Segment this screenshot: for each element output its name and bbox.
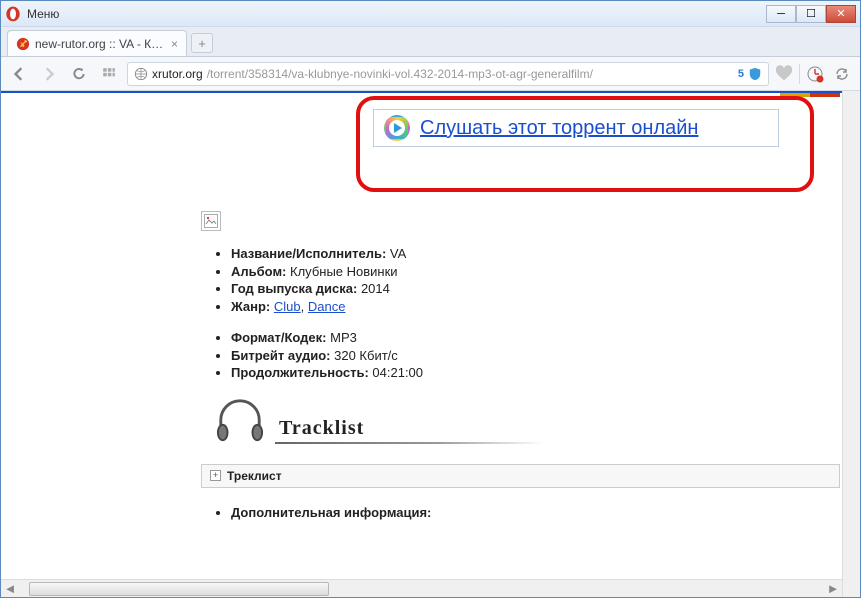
top-accent-line (1, 91, 860, 93)
shield-icon[interactable] (748, 67, 762, 81)
tab-strip: new-rutor.org :: VA - Клуб × + (1, 27, 860, 57)
scroll-thumb[interactable] (29, 582, 329, 596)
forward-button[interactable] (37, 62, 61, 86)
maximize-button[interactable]: ☐ (796, 5, 826, 23)
info-row: Название/Исполнитель: VA (231, 245, 840, 263)
sync-icon[interactable] (830, 62, 854, 86)
info-value: MP3 (330, 330, 357, 345)
play-icon (384, 115, 410, 141)
vertical-scrollbar[interactable] (842, 91, 860, 597)
minimize-button[interactable]: ─ (766, 5, 796, 23)
page-content: Слушать этот торрент онлайн Название/Исп… (1, 91, 860, 579)
info-value: VA (390, 246, 406, 261)
tracklist-heading: Tracklist (279, 417, 364, 444)
close-button[interactable]: ✕ (826, 5, 856, 23)
reload-button[interactable] (67, 62, 91, 86)
new-tab-button[interactable]: + (191, 33, 213, 53)
scroll-track[interactable] (19, 582, 824, 596)
tab-close-icon[interactable]: × (171, 37, 178, 51)
divider (799, 64, 800, 84)
address-bar[interactable]: xrutor.org/torrent/358314/va-klubnye-nov… (127, 62, 769, 86)
broken-image-icon (201, 211, 221, 231)
blocker-count-badge[interactable]: 5 (738, 68, 744, 80)
listen-online-box[interactable]: Слушать этот торрент онлайн (373, 109, 779, 147)
horizontal-scrollbar[interactable]: ◄ ► (1, 579, 842, 597)
titlebar: Меню ─ ☐ ✕ (1, 1, 860, 27)
extra-info-item: Дополнительная информация: (231, 504, 840, 522)
scroll-left-arrow[interactable]: ◄ (1, 580, 19, 598)
back-button[interactable] (7, 62, 31, 86)
address-right: 5 (738, 67, 762, 81)
info-list-1: Название/Исполнитель: VAАльбом: Клубные … (201, 245, 840, 315)
torrent-details: Название/Исполнитель: VAАльбом: Клубные … (201, 211, 840, 535)
scroll-right-arrow[interactable]: ► (824, 580, 842, 598)
genre-link[interactable]: Club (274, 299, 301, 314)
toolbar: xrutor.org/torrent/358314/va-klubnye-nov… (1, 57, 860, 91)
url-host: xrutor.org (152, 67, 203, 81)
favicon-hammer-sickle-icon (16, 37, 30, 51)
tab-active[interactable]: new-rutor.org :: VA - Клуб × (7, 30, 187, 56)
info-row: Год выпуска диска: 2014 (231, 280, 840, 298)
tab-title: new-rutor.org :: VA - Клуб (35, 37, 167, 51)
extra-info-list: Дополнительная информация: (201, 504, 840, 522)
viewport: Слушать этот торрент онлайн Название/Исп… (1, 91, 860, 597)
browser-window: Меню ─ ☐ ✕ new-rutor.org :: VA - Клуб × … (0, 0, 861, 598)
flag-accent (780, 93, 840, 97)
info-row: Битрейт аудио: 320 Кбит/с (231, 347, 840, 365)
listen-online-link[interactable]: Слушать этот торрент онлайн (420, 117, 698, 140)
info-list-2: Формат/Кодек: MP3Битрейт аудио: 320 Кбит… (201, 329, 840, 382)
extension-icon[interactable] (806, 65, 824, 83)
info-value: Клубные Новинки (290, 264, 398, 279)
info-value: 04:21:00 (372, 365, 423, 380)
expand-plus-icon: + (210, 470, 221, 481)
genre-link[interactable]: Dance (308, 299, 346, 314)
info-value: 320 Кбит/с (334, 348, 398, 363)
info-row: Формат/Кодек: MP3 (231, 329, 840, 347)
headphones-icon (211, 396, 269, 444)
menu-button[interactable]: Меню (27, 7, 59, 21)
globe-icon (134, 67, 148, 81)
info-value: 2014 (361, 281, 390, 296)
tracklist-banner: Tracklist (211, 396, 840, 444)
expander-label: Треклист (227, 469, 282, 483)
info-row: Продолжительность: 04:21:00 (231, 364, 840, 382)
info-row: Альбом: Клубные Новинки (231, 263, 840, 281)
url-path: /torrent/358314/va-klubnye-novinki-vol.4… (207, 67, 593, 81)
opera-icon (5, 6, 21, 22)
speed-dial-button[interactable] (97, 62, 121, 86)
info-row: Жанр: Club, Dance (231, 298, 840, 316)
window-controls: ─ ☐ ✕ (766, 5, 856, 23)
bookmark-heart-icon[interactable] (775, 65, 793, 83)
tracklist-expander[interactable]: + Треклист (201, 464, 840, 488)
